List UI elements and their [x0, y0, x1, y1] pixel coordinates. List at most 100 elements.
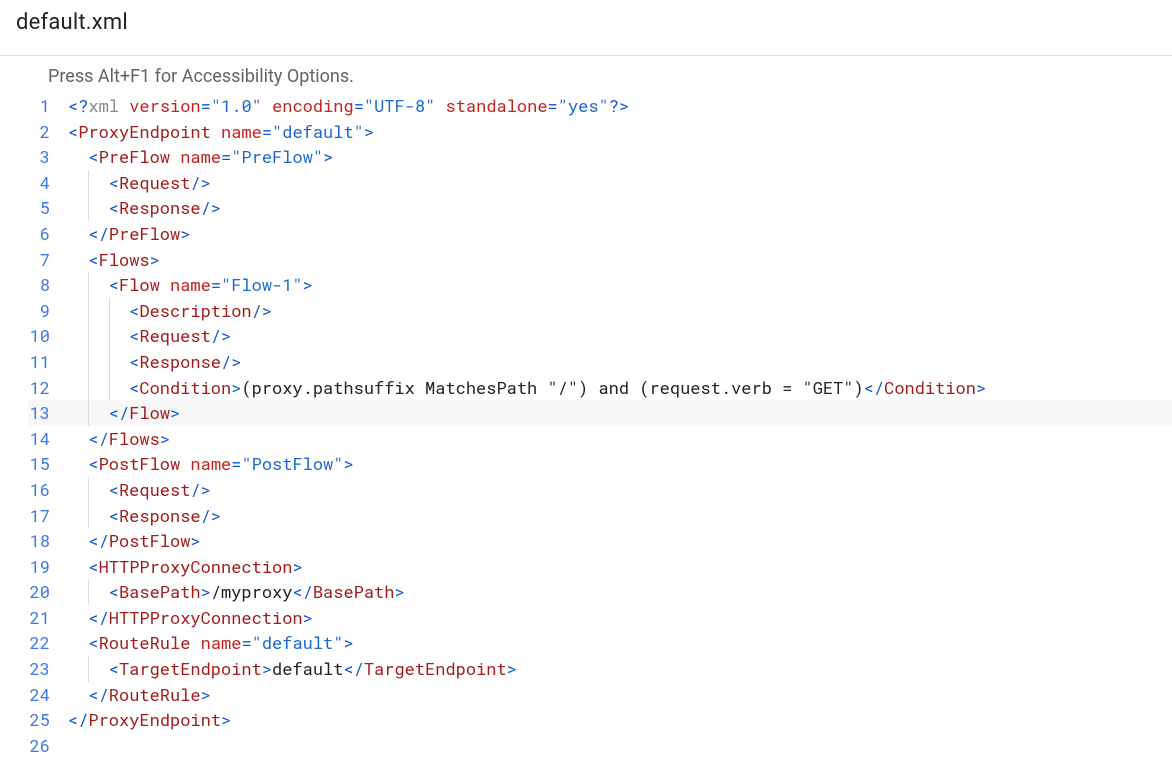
line-number[interactable]: 20: [28, 579, 68, 605]
code-line[interactable]: 21</HTTPProxyConnection>: [28, 605, 1172, 631]
line-content[interactable]: <RouteRule name="default">: [68, 630, 1172, 656]
line-content[interactable]: <HTTPProxyConnection>: [68, 554, 1172, 580]
code-line[interactable]: 16<Request/>: [28, 477, 1172, 503]
line-content[interactable]: <Request/>: [68, 477, 1172, 503]
line-content[interactable]: <Request/>: [68, 323, 1172, 349]
line-content[interactable]: <PostFlow name="PostFlow">: [68, 451, 1172, 477]
line-number[interactable]: 22: [28, 630, 68, 656]
code-line[interactable]: 15<PostFlow name="PostFlow">: [28, 451, 1172, 477]
code-line[interactable]: 17<Response/>: [28, 503, 1172, 529]
line-number[interactable]: 13: [28, 400, 68, 426]
line-content[interactable]: <TargetEndpoint>default</TargetEndpoint>: [68, 656, 1172, 682]
code-line[interactable]: 19<HTTPProxyConnection>: [28, 554, 1172, 580]
line-number[interactable]: 1: [28, 93, 68, 119]
code-line[interactable]: 23<TargetEndpoint>default</TargetEndpoin…: [28, 656, 1172, 682]
editor-area[interactable]: Press Alt+F1 for Accessibility Options. …: [0, 55, 1172, 758]
line-content[interactable]: <Condition>(proxy.pathsuffix MatchesPath…: [68, 375, 1172, 401]
code-token: </: [88, 427, 108, 450]
code-line[interactable]: 26: [28, 733, 1172, 759]
code-line[interactable]: 20<BasePath>/myproxy</BasePath>: [28, 579, 1172, 605]
code-line[interactable]: 7<Flows>: [28, 247, 1172, 273]
line-number[interactable]: 14: [28, 426, 68, 452]
line-content[interactable]: <Flows>: [68, 247, 1172, 273]
line-content[interactable]: <Response/>: [68, 195, 1172, 221]
code-line[interactable]: 14</Flows>: [28, 426, 1172, 452]
code-token: >: [303, 606, 313, 629]
code-token: >: [201, 580, 211, 603]
line-number[interactable]: 19: [28, 554, 68, 580]
code-line[interactable]: 3<PreFlow name="PreFlow">: [28, 144, 1172, 170]
line-number[interactable]: 5: [28, 195, 68, 221]
code-token: name: [170, 273, 211, 296]
line-content[interactable]: </Flow>: [68, 400, 1172, 426]
code-line[interactable]: 2<ProxyEndpoint name="default">: [28, 119, 1172, 145]
code-line[interactable]: 9<Description/>: [28, 298, 1172, 324]
line-content[interactable]: <Response/>: [68, 503, 1172, 529]
line-content[interactable]: </HTTPProxyConnection>: [68, 605, 1172, 631]
code-area[interactable]: 1<?xml version="1.0" encoding="UTF-8" st…: [28, 93, 1172, 758]
code-token: Response: [139, 350, 221, 373]
line-number[interactable]: 25: [28, 707, 68, 733]
code-line[interactable]: 25</ProxyEndpoint>: [28, 707, 1172, 733]
accessibility-hint: Press Alt+F1 for Accessibility Options.: [28, 64, 1172, 93]
code-line[interactable]: 8<Flow name="Flow-1">: [28, 272, 1172, 298]
line-content[interactable]: <Response/>: [68, 349, 1172, 375]
code-token: >: [160, 427, 170, 450]
code-token: <: [109, 580, 119, 603]
line-content[interactable]: <Flow name="Flow-1">: [68, 272, 1172, 298]
code-token: <: [129, 376, 139, 399]
code-token: Request: [119, 171, 190, 194]
code-line[interactable]: 24</RouteRule>: [28, 682, 1172, 708]
line-number[interactable]: 2: [28, 119, 68, 145]
line-content[interactable]: <PreFlow name="PreFlow">: [68, 144, 1172, 170]
line-number[interactable]: 3: [28, 144, 68, 170]
line-number[interactable]: 26: [28, 733, 68, 759]
line-content[interactable]: </RouteRule>: [68, 682, 1172, 708]
line-number[interactable]: 7: [28, 247, 68, 273]
line-number[interactable]: 21: [28, 605, 68, 631]
line-content[interactable]: <?xml version="1.0" encoding="UTF-8" sta…: [68, 93, 1172, 119]
code-token: />: [211, 324, 231, 347]
line-content[interactable]: </PostFlow>: [68, 528, 1172, 554]
line-number[interactable]: 24: [28, 682, 68, 708]
line-number[interactable]: 12: [28, 375, 68, 401]
line-number[interactable]: 15: [28, 451, 68, 477]
code-token: =: [211, 273, 221, 296]
line-number[interactable]: 8: [28, 272, 68, 298]
code-token: >: [343, 452, 353, 475]
code-line[interactable]: 13</Flow>: [28, 400, 1172, 426]
code-token: Flows: [99, 248, 150, 271]
code-token: "UTF-8": [364, 94, 435, 117]
code-token: name: [201, 631, 242, 654]
code-token: =: [354, 94, 364, 117]
line-content[interactable]: <ProxyEndpoint name="default">: [68, 119, 1172, 145]
line-content[interactable]: <BasePath>/myproxy</BasePath>: [68, 579, 1172, 605]
line-number[interactable]: 9: [28, 298, 68, 324]
line-number[interactable]: 23: [28, 656, 68, 682]
code-token: name: [221, 120, 262, 143]
code-token: <: [109, 478, 119, 501]
line-content[interactable]: </Flows>: [68, 426, 1172, 452]
code-line[interactable]: 4<Request/>: [28, 170, 1172, 196]
code-line[interactable]: 1<?xml version="1.0" encoding="UTF-8" st…: [28, 93, 1172, 119]
line-number[interactable]: 6: [28, 221, 68, 247]
line-content[interactable]: </PreFlow>: [68, 221, 1172, 247]
line-content[interactable]: <Request/>: [68, 170, 1172, 196]
code-line[interactable]: 10<Request/>: [28, 323, 1172, 349]
line-number[interactable]: 4: [28, 170, 68, 196]
line-content[interactable]: <Description/>: [68, 298, 1172, 324]
code-token: <: [88, 145, 98, 168]
line-number[interactable]: 10: [28, 323, 68, 349]
line-content[interactable]: </ProxyEndpoint>: [68, 707, 1172, 733]
line-number[interactable]: 17: [28, 503, 68, 529]
code-line[interactable]: 5<Response/>: [28, 195, 1172, 221]
code-line[interactable]: 11<Response/>: [28, 349, 1172, 375]
line-number[interactable]: 18: [28, 528, 68, 554]
code-token: <: [88, 248, 98, 271]
line-number[interactable]: 11: [28, 349, 68, 375]
code-line[interactable]: 22<RouteRule name="default">: [28, 630, 1172, 656]
code-line[interactable]: 6</PreFlow>: [28, 221, 1172, 247]
line-number[interactable]: 16: [28, 477, 68, 503]
code-line[interactable]: 18</PostFlow>: [28, 528, 1172, 554]
code-line[interactable]: 12<Condition>(proxy.pathsuffix MatchesPa…: [28, 375, 1172, 401]
